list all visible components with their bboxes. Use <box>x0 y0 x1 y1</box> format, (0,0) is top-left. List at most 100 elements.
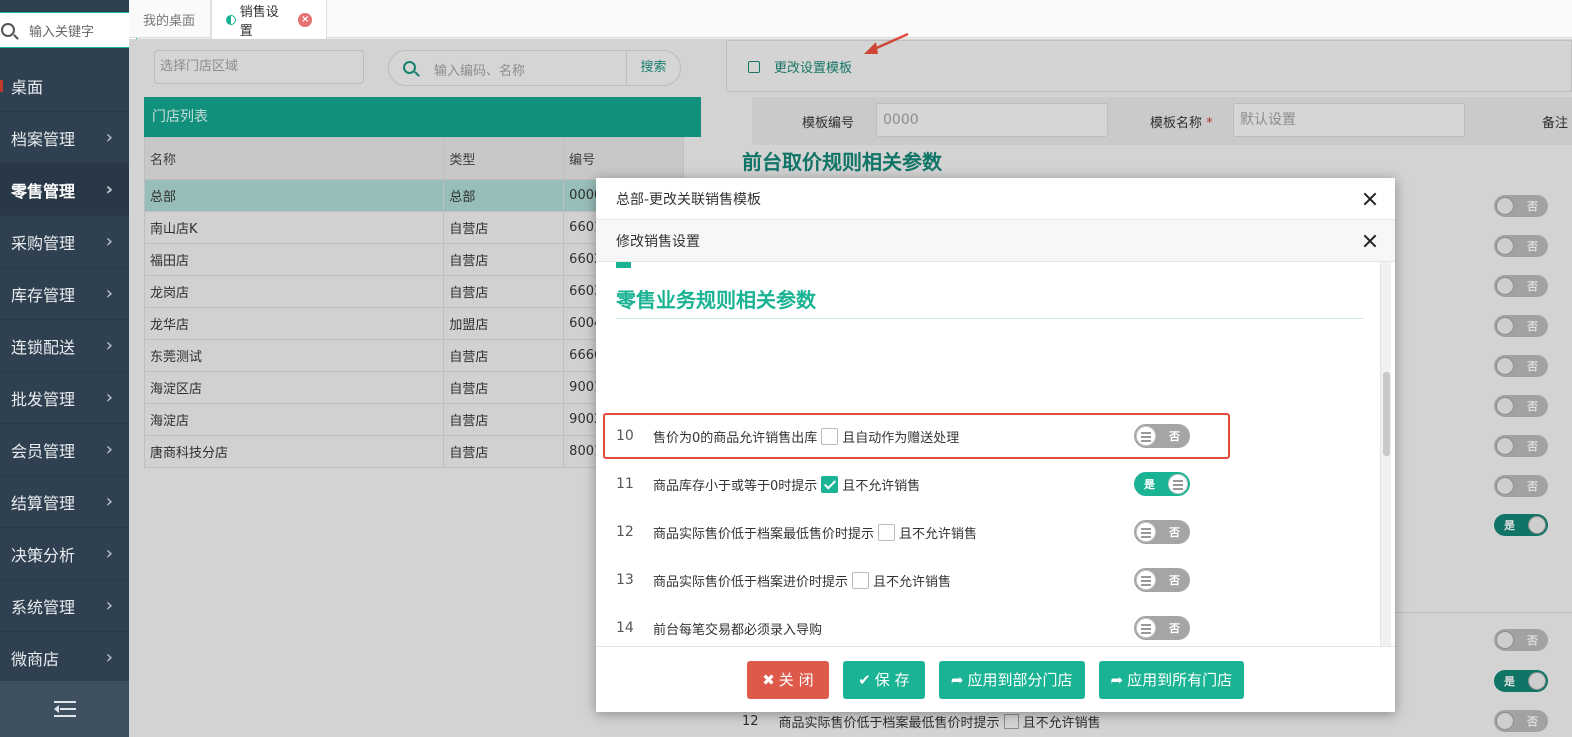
chevron-right-icon: › <box>105 543 113 564</box>
sidebar-item-desk[interactable]: 桌面 <box>0 60 129 112</box>
sidebar-nav: 桌面 档案管理 › 零售管理 › 采购管理 › 库存管理 › 连锁配送 › 批发管理 › 会… <box>0 60 129 684</box>
tab-bar: 我的桌面 销售设置 × <box>129 0 1572 39</box>
toggle-label: 否 <box>1169 622 1180 635</box>
checkbox[interactable] <box>852 571 870 589</box>
half-circle-icon <box>226 14 236 25</box>
sidebar-item-label: 连锁配送 <box>11 337 76 357</box>
sidebar-item-wholesale[interactable]: 批发管理 › <box>0 372 129 424</box>
row-text-group: 商品库存小于或等于0时提示 且不允许销售 <box>653 475 920 494</box>
close-button[interactable]: ✖ 关 闭 <box>746 660 829 699</box>
button-label: 保 存 <box>874 671 910 689</box>
chevron-right-icon: › <box>105 127 113 148</box>
apply-all-stores-button[interactable]: ➦ 应用到所有门店 <box>1098 660 1245 699</box>
scrollbar-thumb[interactable] <box>1383 372 1390 456</box>
row-text-group: 前台每笔交易都必须录入导购 <box>653 619 822 638</box>
chevron-right-icon: › <box>105 595 113 616</box>
chevron-right-icon: › <box>105 283 113 304</box>
toggle-knob <box>1168 474 1188 494</box>
toggle-label: 是 <box>1144 478 1155 491</box>
sidebar-item-settlement[interactable]: 结算管理 › <box>0 476 129 528</box>
close-icon[interactable] <box>1363 234 1377 248</box>
button-label: 应用到部分门店 <box>967 671 1073 689</box>
modal-dialog: 总部-更改关联销售模板 修改销售设置 零售业务规则相关参数 10 售价为0的商品允… <box>596 178 1395 712</box>
row-text-group: 商品实际售价低于档案最低售价时提示 且不允许销售 <box>653 523 977 542</box>
button-label: 关 闭 <box>778 671 814 689</box>
toggle-switch[interactable]: 否 <box>1134 568 1190 592</box>
sidebar-item-label: 决策分析 <box>11 545 76 565</box>
modal-outer-title: 总部-更改关联销售模板 <box>616 191 762 208</box>
chevron-right-icon: › <box>105 335 113 356</box>
sidebar-item-purchase[interactable]: 采购管理 › <box>0 216 129 268</box>
row-text: 前台每笔交易都必须录入导购 <box>653 622 823 638</box>
checkbox[interactable] <box>616 262 631 268</box>
share-arrow-icon: ➦ <box>1110 670 1124 689</box>
checkbox[interactable] <box>821 475 839 493</box>
close-icon[interactable] <box>1363 192 1377 206</box>
setting-row-13: 13 商品实际售价低于档案进价时提示 且不允许销售 否 <box>616 565 1376 595</box>
chevron-right-icon: › <box>105 387 113 408</box>
row-suffix: 且不允许销售 <box>899 526 978 542</box>
apply-some-stores-button[interactable]: ➦ 应用到部分门店 <box>938 660 1085 699</box>
x-icon: ✖ <box>762 670 775 689</box>
section-divider <box>616 318 1364 319</box>
modal-inner-title: 修改销售设置 <box>616 233 700 250</box>
toggle-switch[interactable]: 是 <box>1134 472 1190 496</box>
modal-body[interactable]: 零售业务规则相关参数 10 售价为0的商品允许销售出库 且自动作为赠送处理否 11 商品… <box>596 262 1395 646</box>
modal-footer: ✖ 关 闭 ✔ 保 存 ➦ 应用到部分门店 ➦ 应用到所有门店 <box>596 646 1395 712</box>
sidebar-item-label: 会员管理 <box>11 441 76 461</box>
chevron-right-icon: › <box>105 231 113 252</box>
check-icon: ✔ <box>858 670 871 689</box>
setting-row-12: 12 商品实际售价低于档案最低售价时提示 且不允许销售 否 <box>616 517 1376 547</box>
sidebar-item-distribution[interactable]: 连锁配送 › <box>0 320 129 372</box>
sidebar-search[interactable]: 输入关键字 <box>0 12 137 48</box>
sidebar-item-analysis[interactable]: 决策分析 › <box>0 528 129 580</box>
save-button[interactable]: ✔ 保 存 <box>842 660 925 699</box>
modal-outer-header: 总部-更改关联销售模板 <box>596 178 1395 220</box>
row-text: 商品实际售价低于档案最低售价时提示 <box>653 526 875 542</box>
sidebar-item-label: 结算管理 <box>11 493 76 513</box>
row-text: 商品实际售价低于档案进价时提示 <box>653 574 849 590</box>
row-suffix: 且不允许销售 <box>842 478 921 494</box>
sidebar-collapse-button[interactable] <box>0 681 129 737</box>
annotation-highlight-box <box>603 413 1230 459</box>
tab-label: 我的桌面 <box>143 13 196 29</box>
menu-collapse-icon <box>53 701 76 717</box>
sidebar-item-label: 微商店 <box>11 649 60 669</box>
sidebar-item-microstore[interactable]: 微商店 › <box>0 632 129 684</box>
toggle-switch[interactable]: 否 <box>1134 616 1190 640</box>
chevron-right-icon: › <box>105 491 113 512</box>
toggle-switch[interactable]: 否 <box>1134 520 1190 544</box>
tab-desk[interactable]: 我的桌面 <box>129 0 211 38</box>
sidebar: 输入关键字 桌面 档案管理 › 零售管理 › 采购管理 › 库存管理 › 连锁配送 › 批… <box>0 0 137 737</box>
retail-rules-section-title: 零售业务规则相关参数 <box>616 288 816 312</box>
chevron-right-icon: › <box>105 647 113 668</box>
sidebar-item-label: 批发管理 <box>11 389 76 409</box>
chevron-right-icon: › <box>105 179 113 200</box>
modal-inner-header: 修改销售设置 <box>596 220 1395 262</box>
sidebar-item-label: 系统管理 <box>11 597 76 617</box>
toggle-knob <box>1136 570 1156 590</box>
tab-label: 销售设置 <box>239 4 279 39</box>
row-number: 14 <box>616 620 634 636</box>
sidebar-item-system[interactable]: 系统管理 › <box>0 580 129 632</box>
row-number: 11 <box>616 476 634 492</box>
button-label: 应用到所有门店 <box>1127 671 1233 689</box>
sidebar-item-retail[interactable]: 零售管理 › <box>0 164 129 216</box>
row-text: 商品库存小于或等于0时提示 <box>653 478 818 494</box>
toggle-label: 否 <box>1169 526 1180 539</box>
sidebar-item-label: 库存管理 <box>11 285 76 305</box>
checkbox[interactable] <box>878 523 896 541</box>
search-icon <box>1 23 15 37</box>
modal-scrollbar[interactable] <box>1380 262 1391 646</box>
sidebar-item-inventory[interactable]: 库存管理 › <box>0 268 129 320</box>
tab-sales-settings[interactable]: 销售设置 × <box>211 0 327 39</box>
close-icon[interactable]: × <box>298 12 312 27</box>
setting-row-14: 14 前台每笔交易都必须录入导购 否 <box>616 613 1376 643</box>
sidebar-item-archive[interactable]: 档案管理 › <box>0 112 129 164</box>
row-suffix: 且不允许销售 <box>873 574 952 590</box>
sidebar-item-member[interactable]: 会员管理 › <box>0 424 129 476</box>
chevron-right-icon: › <box>105 439 113 460</box>
row-number: 12 <box>616 524 634 540</box>
share-arrow-icon: ➦ <box>950 670 964 689</box>
sidebar-item-label: 档案管理 <box>11 129 76 149</box>
